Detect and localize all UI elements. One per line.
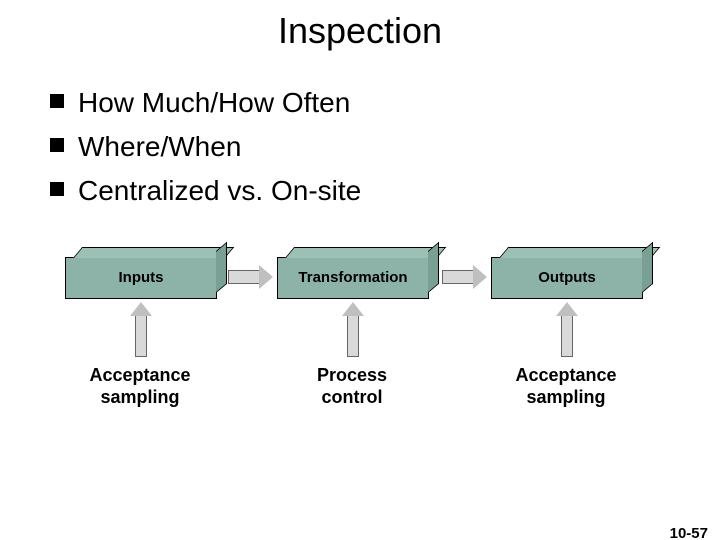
bullet-item: Centralized vs. On-site [50,170,720,212]
box-transformation: Transformation [277,257,429,299]
process-diagram: Inputs Transformation Outputs Acceptance… [45,237,685,487]
box-outputs: Outputs [491,257,643,299]
label-line: sampling [100,387,179,407]
arrow-right-icon [228,270,260,284]
arrow-up-icon [561,315,573,357]
bullet-item: How Much/How Often [50,82,720,124]
label-line: sampling [526,387,605,407]
slide-title: Inspection [0,10,720,52]
page-number: 10-57 [670,525,708,540]
bullet-list: How Much/How Often Where/When Centralize… [50,82,720,212]
bullet-item: Where/When [50,126,720,168]
label-below-outputs: Acceptance sampling [486,365,646,408]
label-below-transformation: Process control [272,365,432,408]
label-line: Process [317,365,387,385]
arrow-up-icon [135,315,147,357]
label-line: control [322,387,383,407]
arrow-up-icon [347,315,359,357]
label-line: Acceptance [515,365,616,385]
box-inputs: Inputs [65,257,217,299]
label-below-inputs: Acceptance sampling [60,365,220,408]
arrow-right-icon [442,270,474,284]
label-line: Acceptance [89,365,190,385]
